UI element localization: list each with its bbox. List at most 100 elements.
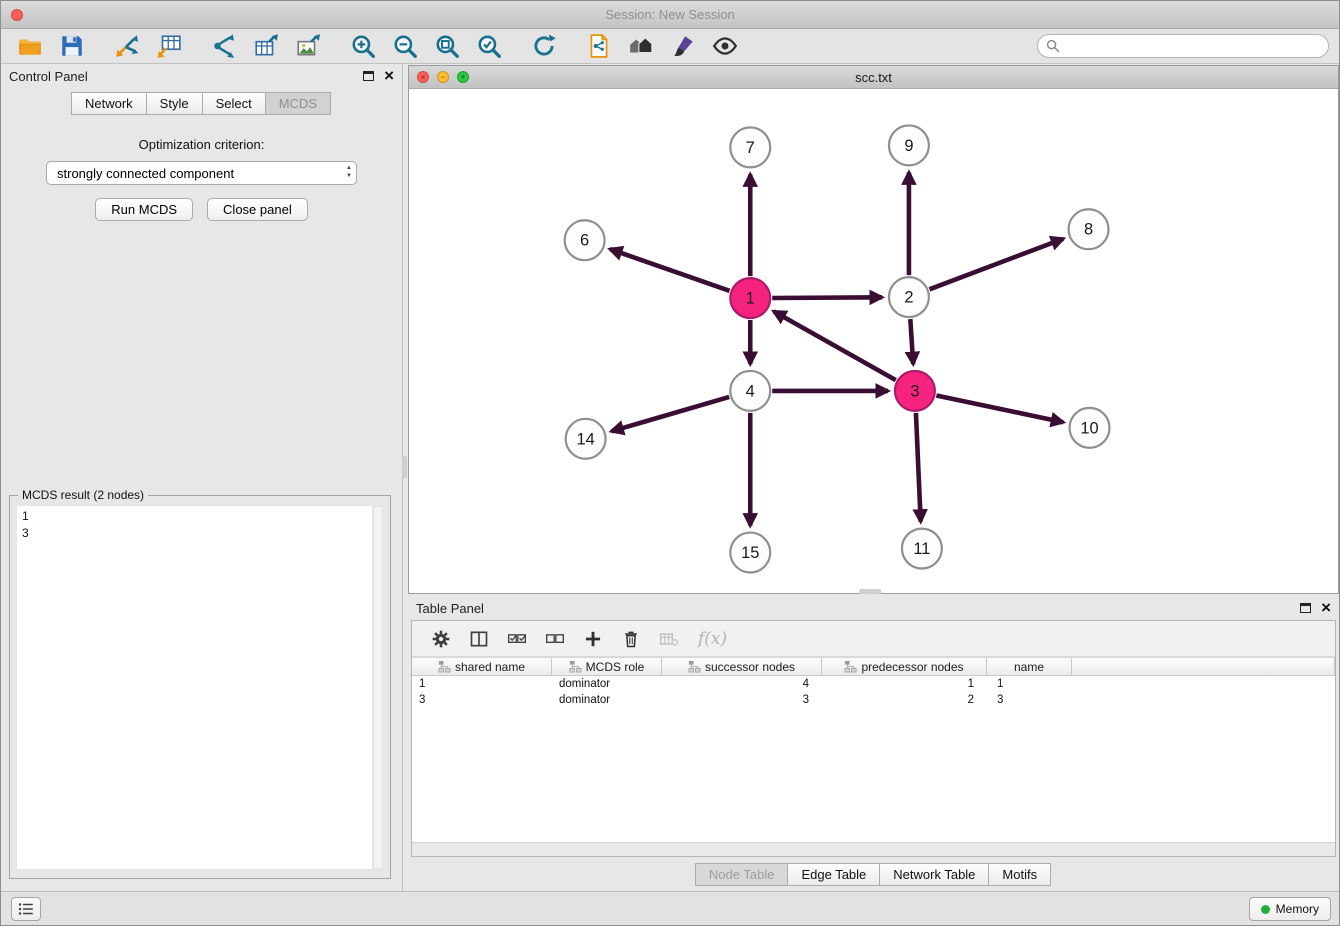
graph-node-15[interactable]: 15 — [730, 533, 770, 573]
zoom-fit-button[interactable] — [426, 31, 468, 62]
tab-node-table[interactable]: Node Table — [695, 863, 789, 886]
save-session-button[interactable] — [51, 31, 93, 62]
graph-node-4[interactable]: 4 — [730, 371, 770, 411]
graph-node-label: 9 — [904, 137, 913, 155]
graph-node-label: 2 — [904, 289, 913, 307]
run-mcds-button[interactable]: Run MCDS — [95, 198, 193, 221]
network-minimize-button[interactable]: − — [437, 71, 449, 83]
window-close-button[interactable] — [11, 9, 23, 21]
export-table-button[interactable] — [245, 31, 287, 62]
cell-filler — [1072, 692, 1335, 708]
column-header-mcds-role[interactable]: MCDS role — [552, 657, 662, 676]
float-panel-icon[interactable] — [363, 71, 374, 81]
cell-name: 3 — [987, 692, 1072, 708]
columns-icon — [469, 629, 489, 649]
graph-edge-1-6[interactable] — [610, 249, 729, 291]
graph-node-14[interactable]: 14 — [566, 419, 606, 459]
close-table-panel-icon[interactable]: × — [1321, 601, 1331, 615]
zoom-out-button[interactable] — [384, 31, 426, 62]
graph-node-6[interactable]: 6 — [565, 220, 605, 260]
first-neighbors-icon — [586, 33, 612, 59]
result-scrollbar[interactable] — [373, 506, 383, 869]
table-settings-button[interactable] — [426, 625, 456, 653]
tab-network[interactable]: Network — [71, 92, 147, 115]
show-graphics-button[interactable] — [704, 31, 746, 62]
deselect-all-icon — [545, 629, 565, 649]
graph-node-11[interactable]: 11 — [902, 529, 942, 569]
column-header-predecessor-nodes[interactable]: predecessor nodes — [822, 657, 987, 676]
deselect-all-columns-button[interactable] — [540, 625, 570, 653]
graph-node-1[interactable]: 1 — [730, 278, 770, 318]
network-window-title: scc.txt — [855, 70, 892, 85]
tab-style[interactable]: Style — [146, 92, 203, 115]
titlebar: Session: New Session — [1, 1, 1339, 29]
optimization-select[interactable]: strongly connected component ▲▼ — [46, 161, 357, 185]
close-panel-button[interactable]: Close panel — [207, 198, 308, 221]
column-label: successor nodes — [705, 660, 795, 674]
cell-mcds_role: dominator — [552, 676, 662, 692]
select-all-icon — [507, 629, 527, 649]
delete-column-button[interactable] — [616, 625, 646, 653]
network-window-titlebar: × − + scc.txt — [409, 66, 1338, 89]
table-row[interactable]: 3dominator323 — [412, 692, 1335, 708]
graph-edge-1-2[interactable] — [772, 297, 882, 298]
column-header-name[interactable]: name — [987, 657, 1072, 676]
graph-edge-4-14[interactable] — [611, 397, 729, 431]
table-panel-header: Table Panel × — [408, 596, 1339, 620]
zoom-in-button[interactable] — [342, 31, 384, 62]
network-close-button[interactable]: × — [417, 71, 429, 83]
tab-select[interactable]: Select — [202, 92, 266, 115]
graph-node-2[interactable]: 2 — [889, 277, 929, 317]
graph-edge-2-3[interactable] — [910, 319, 913, 364]
tab-motifs[interactable]: Motifs — [988, 863, 1051, 886]
network-canvas[interactable]: 7 9 6 8 1 2 4 3 14 10 15 11 — [409, 89, 1338, 593]
overview-homes-icon — [628, 33, 654, 59]
graph-edge-3-10[interactable] — [936, 395, 1063, 422]
tab-edge-table[interactable]: Edge Table — [787, 863, 880, 886]
paint-style-button[interactable] — [662, 31, 704, 62]
create-column-button[interactable] — [578, 625, 608, 653]
refresh-icon — [531, 33, 557, 59]
column-label: predecessor nodes — [861, 660, 963, 674]
cell-filler — [1072, 676, 1335, 692]
mcds-result-list[interactable]: 1 3 — [17, 506, 372, 869]
first-neighbors-button[interactable] — [578, 31, 620, 62]
refresh-network-button[interactable] — [523, 31, 565, 62]
export-network-button[interactable] — [203, 31, 245, 62]
table-row[interactable]: 1dominator411 — [412, 676, 1335, 692]
import-network-button[interactable] — [106, 31, 148, 62]
graph-node-10[interactable]: 10 — [1070, 408, 1110, 448]
float-table-panel-icon[interactable] — [1300, 603, 1311, 613]
show-columns-button[interactable] — [464, 625, 494, 653]
graph-edge-2-8[interactable] — [929, 239, 1063, 290]
tab-network-table[interactable]: Network Table — [879, 863, 989, 886]
attribute-type-icon — [844, 660, 857, 673]
open-file-button[interactable] — [9, 31, 51, 62]
horizontal-splitter-handle[interactable] — [859, 589, 881, 594]
graph-node-8[interactable]: 8 — [1069, 209, 1109, 249]
select-all-columns-button[interactable] — [502, 625, 532, 653]
memory-button[interactable]: Memory — [1249, 897, 1331, 921]
delete-table-button[interactable] — [654, 625, 684, 653]
import-table-button[interactable] — [148, 31, 190, 62]
task-history-button[interactable] — [11, 897, 41, 921]
tab-mcds[interactable]: MCDS — [265, 92, 331, 115]
close-panel-icon[interactable]: × — [384, 69, 394, 83]
function-builder-button[interactable]: f(x) — [698, 629, 727, 649]
graph-node-3[interactable]: 3 — [895, 371, 935, 411]
graph-node-9[interactable]: 9 — [889, 125, 929, 165]
search-input[interactable] — [1060, 36, 1328, 56]
graph-node-7[interactable]: 7 — [730, 127, 770, 167]
vertical-splitter-handle[interactable] — [402, 456, 407, 478]
zoom-selected-button[interactable] — [468, 31, 510, 62]
graph-node-label: 14 — [576, 430, 594, 448]
column-header-successor-nodes[interactable]: successor nodes — [662, 657, 822, 676]
table-horizontal-scrollbar[interactable] — [412, 842, 1335, 856]
open-folder-icon — [17, 33, 43, 59]
network-zoom-button[interactable]: + — [457, 71, 469, 83]
graph-edge-3-11[interactable] — [916, 413, 921, 522]
export-image-button[interactable] — [287, 31, 329, 62]
column-header-shared-name[interactable]: shared name — [412, 657, 552, 676]
graph-edge-3-1[interactable] — [774, 311, 896, 380]
network-overview-button[interactable] — [620, 31, 662, 62]
